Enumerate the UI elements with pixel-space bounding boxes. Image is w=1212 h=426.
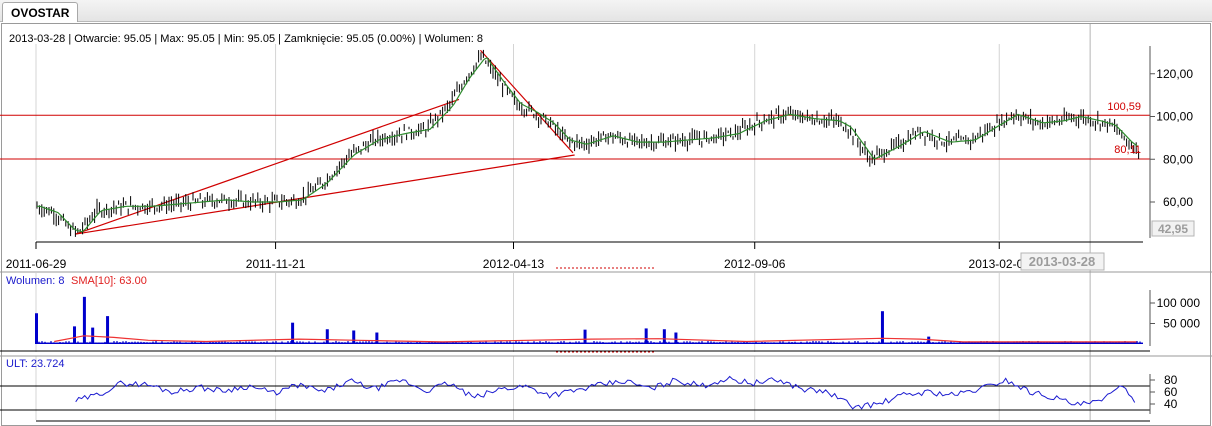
info-open: Otwarcie: 95.05	[74, 33, 151, 45]
resistance-label: 100,59	[1107, 101, 1141, 113]
volume-spike	[674, 332, 678, 344]
ult-title: ULT: 23.724	[6, 358, 65, 370]
volume-spike	[82, 296, 86, 344]
volume-y-tick-label: 50 000	[1163, 317, 1200, 331]
price-y-tick-label: 120,00	[1156, 67, 1193, 81]
price-x-tick-label: 2011-11-21	[246, 257, 306, 271]
ult-y-tick-label: 40	[1164, 397, 1178, 411]
info-date: 2013-03-28	[9, 33, 65, 45]
volume-y-tick-label: 100 000	[1157, 296, 1201, 310]
grid-lines	[35, 24, 1091, 420]
volume-spike	[662, 329, 666, 344]
support-label: 80,11	[1114, 144, 1141, 156]
ult-panel	[0, 375, 1150, 411]
volume-spike	[291, 322, 295, 344]
info-volume: Wolumen: 8	[425, 33, 484, 45]
volume-title: Wolumen: 8	[6, 275, 65, 287]
volume-sma-line	[54, 335, 1137, 343]
volume-panel	[35, 296, 1143, 344]
volume-spike	[106, 316, 110, 344]
volume-spike	[35, 313, 38, 344]
trendline	[75, 98, 460, 235]
last-value-label: 42,95	[1158, 222, 1188, 236]
price-x-tick-label: 2012-09-06	[724, 257, 786, 271]
info-close: Zamknięcie: 95.05 (0.00%)	[284, 33, 415, 45]
ult-line	[75, 375, 1136, 410]
volume-sma-label: SMA[10]: 63.00	[71, 275, 147, 287]
cursor-date-label: 2013-03-28	[1029, 254, 1096, 269]
volume-spike	[352, 330, 356, 344]
axes: 60,00 80,00 100,00 120,00 2011-06-29 2011-11-…	[0, 46, 1212, 422]
volume-spike	[583, 329, 587, 344]
stock-chart[interactable]: 60,00 80,00 100,00 120,00 2011-06-29 2011-11-…	[0, 0, 1212, 426]
price-y-tick-label: 60,00	[1163, 195, 1193, 209]
info-min: Min: 95.05	[224, 33, 275, 45]
volume-spike	[73, 326, 77, 344]
info-max: Max: 95.05	[160, 33, 214, 45]
volume-spike	[375, 332, 379, 344]
price-panel	[0, 49, 1150, 237]
trendline	[75, 154, 575, 235]
price-y-tick-label: 80,00	[1163, 152, 1193, 166]
ult-y-tick-label: 60	[1164, 385, 1178, 399]
price-y-tick-label: 100,00	[1156, 110, 1193, 124]
price-x-tick-label: 2012-04-13	[483, 257, 545, 271]
volume-spike	[325, 329, 329, 344]
ult-y-tick-label: 80	[1164, 373, 1178, 387]
trendline	[480, 49, 574, 154]
info-bar: 2013-03-28 | Otwarcie: 95.05 | Max: 95.0…	[9, 33, 483, 45]
last-value-box: 42,95	[1151, 220, 1195, 237]
volume-spike	[644, 328, 648, 344]
cursor-date-box: 2013-03-28	[1020, 252, 1105, 271]
volume-baseline	[36, 342, 1143, 344]
volume-spike	[880, 311, 884, 344]
price-x-tick-label: 2011-06-29	[6, 257, 67, 271]
